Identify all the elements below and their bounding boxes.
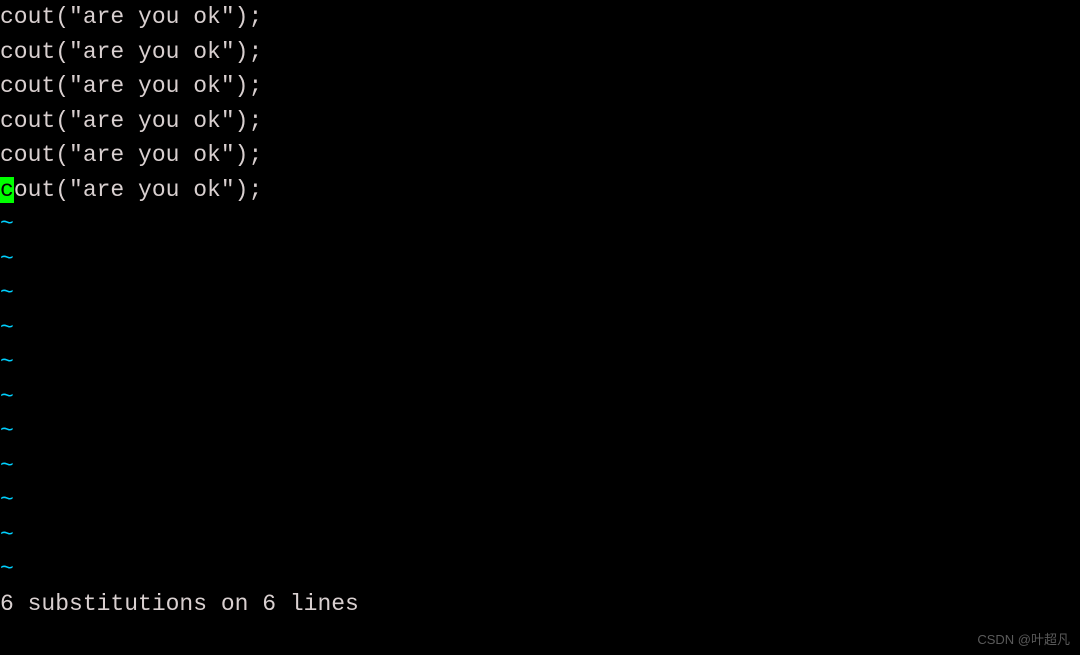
code-line: cout("are you ok");	[0, 69, 1080, 104]
empty-line-tilde: ~	[0, 207, 1080, 242]
empty-line-tilde: ~	[0, 414, 1080, 449]
empty-line-tilde: ~	[0, 449, 1080, 484]
empty-line-tilde: ~	[0, 552, 1080, 587]
empty-line-tilde: ~	[0, 483, 1080, 518]
status-message: 6 substitutions on 6 lines	[0, 587, 1080, 622]
empty-line-tilde: ~	[0, 242, 1080, 277]
code-line: cout("are you ok");	[0, 35, 1080, 70]
watermark: CSDN @叶超凡	[977, 630, 1070, 650]
code-text: out("are you ok");	[14, 177, 262, 203]
code-line: cout("are you ok");	[0, 0, 1080, 35]
code-line-cursor: cout("are you ok");	[0, 173, 1080, 208]
code-line: cout("are you ok");	[0, 104, 1080, 139]
cursor: c	[0, 177, 14, 203]
editor-area[interactable]: cout("are you ok"); cout("are you ok"); …	[0, 0, 1080, 621]
empty-line-tilde: ~	[0, 345, 1080, 380]
code-line: cout("are you ok");	[0, 138, 1080, 173]
empty-line-tilde: ~	[0, 518, 1080, 553]
empty-line-tilde: ~	[0, 380, 1080, 415]
empty-line-tilde: ~	[0, 276, 1080, 311]
empty-line-tilde: ~	[0, 311, 1080, 346]
